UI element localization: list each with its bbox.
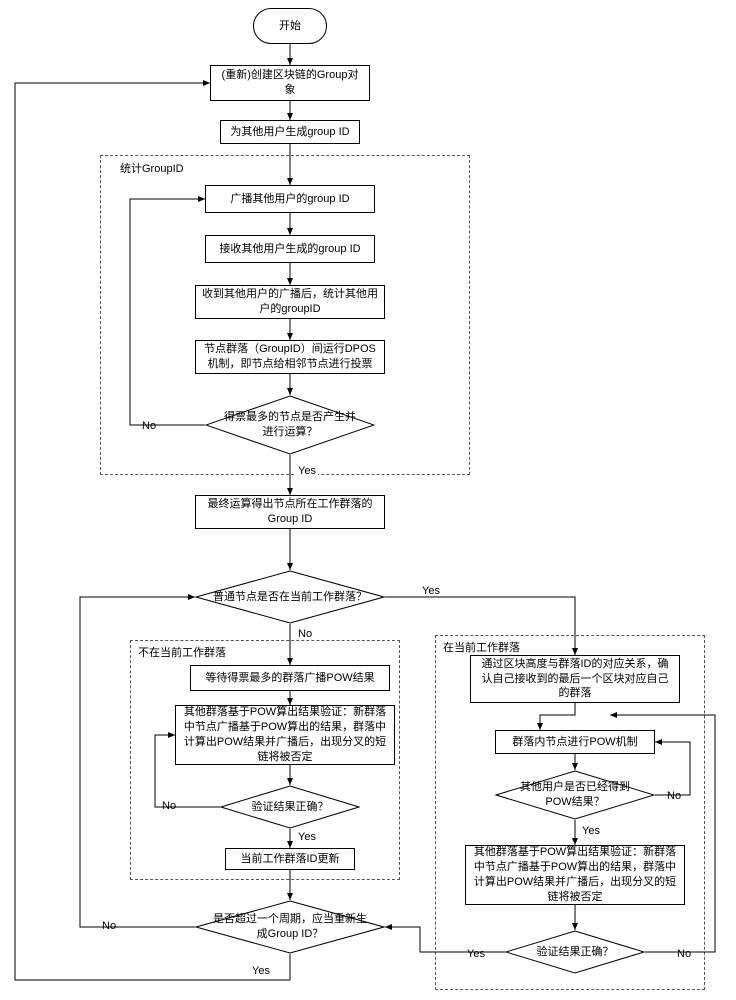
edge-yes-verifyright: Yes bbox=[465, 948, 487, 960]
group-not-in-current-label: 不在当前工作群落 bbox=[138, 644, 226, 660]
calc-out-text: 最终运算得出节点所在工作群落的Group ID bbox=[202, 497, 378, 527]
verify-correct-left-decision: 验证结果正确？ bbox=[220, 785, 360, 829]
in-current-text: 普通节点是否在当前工作群落？ bbox=[203, 590, 377, 605]
most-votes-text: 得票最多的节点是否产生并进行运算？ bbox=[211, 410, 369, 440]
edge-yes-incurrent: Yes bbox=[420, 585, 442, 597]
broadcast-other-text: 广播其他用户的group ID bbox=[230, 192, 349, 207]
confirm-block: 通过区块高度与群落ID的对应关系，确认自己接收到的最后一个区块对应自己的群落 bbox=[470, 655, 680, 703]
others-got-pow-decision: 其他用户是否已经得到POW结果？ bbox=[495, 770, 655, 820]
verify-correct-left-text: 验证结果正确？ bbox=[242, 800, 339, 815]
edge-yes-mostvotes: Yes bbox=[296, 465, 318, 477]
wait-pow-text: 等待得票最多的群落广播POW结果 bbox=[205, 671, 374, 686]
receive-other: 接收其他用户生成的group ID bbox=[205, 235, 375, 263]
group-in-current-label: 在当前工作群落 bbox=[443, 639, 520, 655]
confirm-block-text: 通过区块高度与群落ID的对应关系，确认自己接收到的最后一个区块对应自己的群落 bbox=[477, 657, 673, 702]
gen-group-id-text: 为其他用户生成group ID bbox=[230, 125, 349, 140]
over-period-decision: 是否超过一个周期，应当重新生成Group ID？ bbox=[195, 900, 385, 954]
verify-right-text: 其他群落基于POW算出结果验证：新群落中节点广播基于POW算出的结果，群落中计算… bbox=[472, 845, 678, 904]
verify-left-text: 其他群落基于POW算出结果验证：新群落中节点广播基于POW算出的结果，群落中计算… bbox=[182, 705, 388, 764]
update-group-id-text: 当前工作群落ID更新 bbox=[241, 852, 340, 867]
verify-right: 其他群落基于POW算出结果验证：新群落中节点广播基于POW算出的结果，群落中计算… bbox=[465, 845, 685, 905]
edge-no-verifyleft: No bbox=[160, 800, 178, 812]
most-votes-decision: 得票最多的节点是否产生并进行运算？ bbox=[205, 395, 375, 455]
after-receive: 收到其他用户的广播后，统计其他用户的groupID bbox=[195, 285, 385, 319]
edge-no-othersgot: No bbox=[665, 790, 683, 802]
receive-other-text: 接收其他用户生成的group ID bbox=[219, 242, 360, 257]
recreate-group-obj: (重新)创建区块链的Group对象 bbox=[210, 65, 370, 101]
edge-yes-othersgot: Yes bbox=[580, 825, 602, 837]
recreate-group-obj-text: (重新)创建区块链的Group对象 bbox=[217, 68, 363, 98]
verify-left: 其他群落基于POW算出结果验证：新群落中节点广播基于POW算出的结果，群落中计算… bbox=[175, 705, 395, 765]
edge-no-incurrent: No bbox=[296, 628, 314, 640]
dpos: 节点群落（GroupID）间运行DPOS机制，即节点给相邻节点进行投票 bbox=[195, 340, 385, 374]
broadcast-other: 广播其他用户的group ID bbox=[205, 185, 375, 213]
verify-correct-right-decision: 验证结果正确？ bbox=[505, 930, 645, 974]
start-text: 开始 bbox=[279, 19, 301, 34]
edge-yes-overperiod: Yes bbox=[250, 965, 272, 977]
verify-correct-right-text: 验证结果正确？ bbox=[527, 945, 624, 960]
gen-group-id: 为其他用户生成group ID bbox=[220, 120, 360, 144]
over-period-text: 是否超过一个周期，应当重新生成Group ID？ bbox=[201, 912, 379, 942]
edge-no-overperiod: No bbox=[100, 920, 118, 932]
update-group-id: 当前工作群落ID更新 bbox=[225, 848, 355, 870]
others-got-pow-text: 其他用户是否已经得到POW结果？ bbox=[501, 780, 649, 810]
edge-no-verifyright: No bbox=[675, 948, 693, 960]
pow-in-group-text: 群落内节点进行POW机制 bbox=[512, 735, 637, 750]
pow-in-group: 群落内节点进行POW机制 bbox=[495, 730, 655, 754]
edge-yes-verifyleft: Yes bbox=[296, 831, 318, 843]
calc-out: 最终运算得出节点所在工作群落的Group ID bbox=[195, 495, 385, 529]
edge-no-mostvotes: No bbox=[140, 420, 158, 432]
wait-pow: 等待得票最多的群落广播POW结果 bbox=[190, 665, 390, 691]
start-node: 开始 bbox=[253, 8, 327, 44]
in-current-decision: 普通节点是否在当前工作群落？ bbox=[195, 570, 385, 624]
after-receive-text: 收到其他用户的广播后，统计其他用户的groupID bbox=[202, 287, 378, 317]
dpos-text: 节点群落（GroupID）间运行DPOS机制，即节点给相邻节点进行投票 bbox=[202, 342, 378, 372]
group-stat-groupid-label: 统计GroupID bbox=[120, 160, 184, 176]
